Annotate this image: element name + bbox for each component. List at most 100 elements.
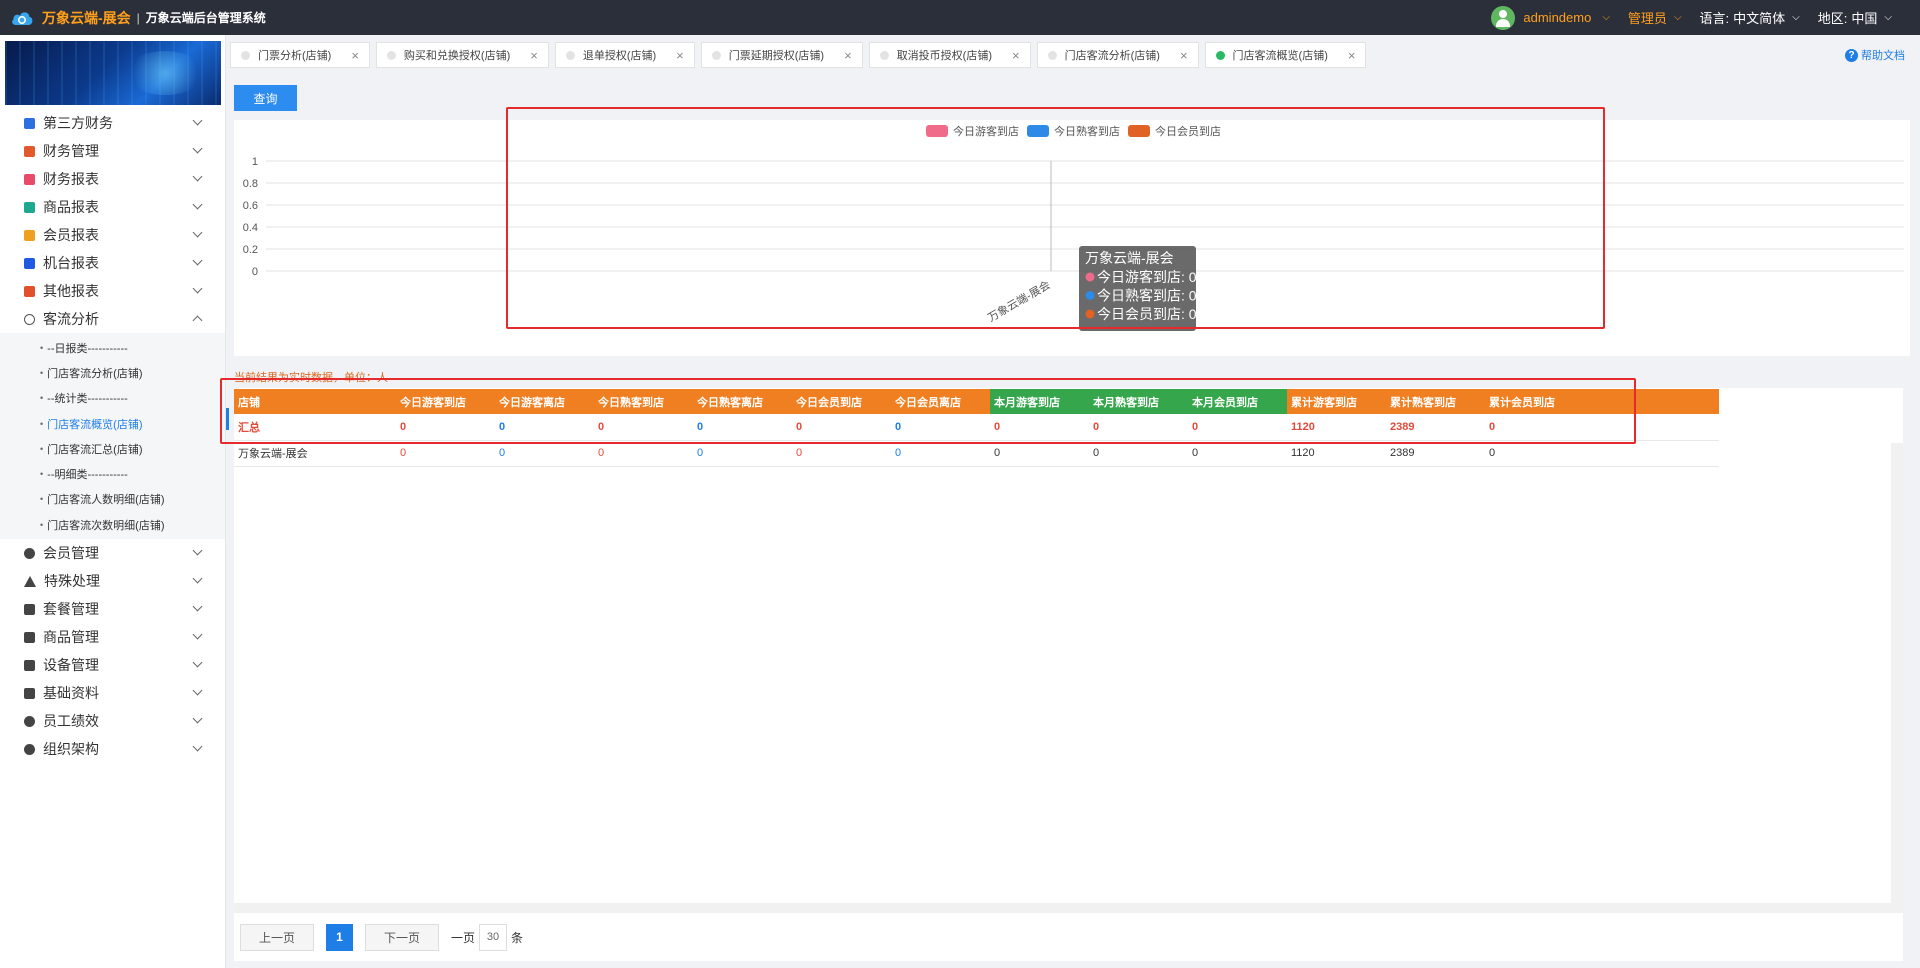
sidebar-item-after-0[interactable]: 会员管理 [0,539,225,567]
pagination: 上一页 1 下一页 一页 条 [234,913,1903,961]
role-menu[interactable]: 管理员 ⌵ [1628,8,1682,27]
language-menu[interactable]: 语言: 中文简体 ⌵ [1700,8,1800,27]
chevron-down-icon [192,171,203,182]
menu-icon [24,145,35,157]
page-number-current[interactable]: 1 [326,923,354,951]
sidebar-item-7[interactable]: 客流分析 [0,305,225,333]
chevron-down-icon [192,545,203,556]
sidebar-item-label: 第三方财务 [43,115,113,131]
tab-label: 退单授权(店铺) [582,50,657,62]
tab-status-dot [241,50,250,60]
question-icon: ? [1845,48,1858,62]
tab-5[interactable]: 门店客流分析(店铺) × [1036,42,1199,68]
warning-icon [24,575,36,587]
submenu-item[interactable]: 门店客流概览(店铺) [0,411,225,436]
next-page-button[interactable]: 下一页 [365,923,440,951]
horizontal-scrollbar[interactable] [234,903,1891,913]
sidebar-item-label: 组织架构 [43,741,99,758]
sidebar-item-4[interactable]: 会员报表 [0,221,225,249]
vertical-scrollbar[interactable] [1891,443,1903,913]
submenu-customer-flow: --日报类-----------门店客流分析(店铺)--统计类---------… [0,333,225,540]
tab-4[interactable]: 取消投币授权(店铺) × [868,42,1031,68]
sidebar-item-label: 基础资料 [43,685,99,702]
sidebar-item-after-1[interactable]: 特殊处理 [0,567,225,595]
chevron-down-icon [192,115,203,126]
prev-page-button[interactable]: 上一页 [240,923,315,951]
gear-icon [24,715,35,727]
system-subtitle: 万象云端后台管理系统 [145,11,266,25]
sidebar-banner-image [5,41,221,105]
page-size-input[interactable] [479,923,508,951]
chevron-down-icon: ⌵ [1884,12,1892,23]
tab-0[interactable]: 门票分析(店铺) × [230,42,370,68]
sidebar-item-label: 特殊处理 [44,573,100,590]
tab-1[interactable]: 购买和兑换授权(店铺) × [375,42,549,68]
sidebar-item-0[interactable]: 第三方财务 [0,109,225,137]
close-icon[interactable]: × [351,48,359,63]
submenu-item[interactable]: 门店客流次数明细(店铺) [0,512,225,537]
region-menu[interactable]: 地区: 中国 ⌵ [1818,8,1892,27]
submenu-item[interactable]: --统计类----------- [0,386,225,411]
chart-highlight-box [506,107,1605,329]
menu-icon [24,285,35,297]
submenu-item[interactable]: 门店客流汇总(店铺) [0,436,225,461]
close-icon[interactable]: × [1180,48,1188,63]
chevron-down-icon [192,657,203,668]
help-link[interactable]: ? 帮助文档 [1845,47,1905,63]
sidebar-item-after-6[interactable]: 员工绩效 [0,707,225,735]
query-button[interactable]: 查询 [234,85,297,111]
tab-label: 门店客流概览(店铺) [1232,50,1328,62]
menu-icon [24,229,35,241]
tab-status-dot [565,50,575,60]
sidebar-item-label: 套餐管理 [43,601,99,618]
top-bar: 万象云端-展会 | 万象云端后台管理系统 admindemo ⌵ 管理员 ⌵ 语… [0,0,1920,35]
tab-2[interactable]: 退单授权(店铺) × [554,42,695,68]
sidebar-item-6[interactable]: 其他报表 [0,277,225,305]
close-icon[interactable]: × [1348,48,1356,63]
sidebar-item-label: 机台报表 [43,255,99,271]
swap-icon [24,631,35,643]
sidebar-item-2[interactable]: 财务报表 [0,165,225,193]
sidebar-item-after-7[interactable]: 组织架构 [0,735,225,763]
logo[interactable]: 万象云端-展会 | 万象云端后台管理系统 [10,8,266,28]
sidebar-item-after-3[interactable]: 商品管理 [0,623,225,651]
chevron-down-icon [192,713,203,724]
y-tick-label: 0 [252,266,258,278]
submenu-item[interactable]: --日报类----------- [0,335,225,360]
tab-label: 门票分析(店铺) [258,50,332,62]
chevron-down-icon [192,741,203,752]
title-divider: | [136,10,140,25]
close-icon[interactable]: × [844,48,852,63]
chevron-down-icon [192,227,203,238]
submenu-item[interactable]: 门店客流分析(店铺) [0,360,225,385]
sidebar-item-after-5[interactable]: 基础资料 [0,679,225,707]
sidebar-item-label: 财务管理 [43,143,99,159]
tab-3[interactable]: 门票延期授权(店铺) × [700,42,863,68]
edit-icon [24,603,35,615]
sidebar-item-5[interactable]: 机台报表 [0,249,225,277]
tab-bar: 门票分析(店铺) × 购买和兑换授权(店铺) × 退单授权(店铺) × 门票延期授权(店铺)… [230,42,1367,68]
menu-icon [24,313,35,325]
sidebar-item-label: 商品报表 [43,199,99,215]
page-size-control: 一页 条 [451,923,524,951]
user-menu[interactable]: admindemo ⌵ [1491,5,1610,30]
region-label: 地区: [1817,11,1848,26]
submenu-item[interactable]: 门店客流人数明细(店铺) [0,487,225,512]
sidebar-item-after-2[interactable]: 套餐管理 [0,595,225,623]
file-icon [24,687,35,699]
submenu-item[interactable]: --明细类----------- [0,461,225,486]
close-icon[interactable]: × [1012,48,1020,63]
close-icon[interactable]: × [676,48,684,63]
sidebar-item-1[interactable]: 财务管理 [0,137,225,165]
tab-6[interactable]: 门店客流概览(店铺) × [1204,42,1367,68]
menu-icon [24,201,35,213]
sidebar-item-label: 设备管理 [43,657,99,674]
close-icon[interactable]: × [530,48,538,63]
sidebar-item-after-4[interactable]: 设备管理 [0,651,225,679]
tab-status-dot [1215,50,1225,60]
page-size-suffix: 条 [511,930,524,945]
sidebar-item-3[interactable]: 商品报表 [0,193,225,221]
table-highlight-box [220,378,1636,444]
language-value: 中文简体 [1733,11,1786,26]
tab-status-dot [1047,50,1057,60]
